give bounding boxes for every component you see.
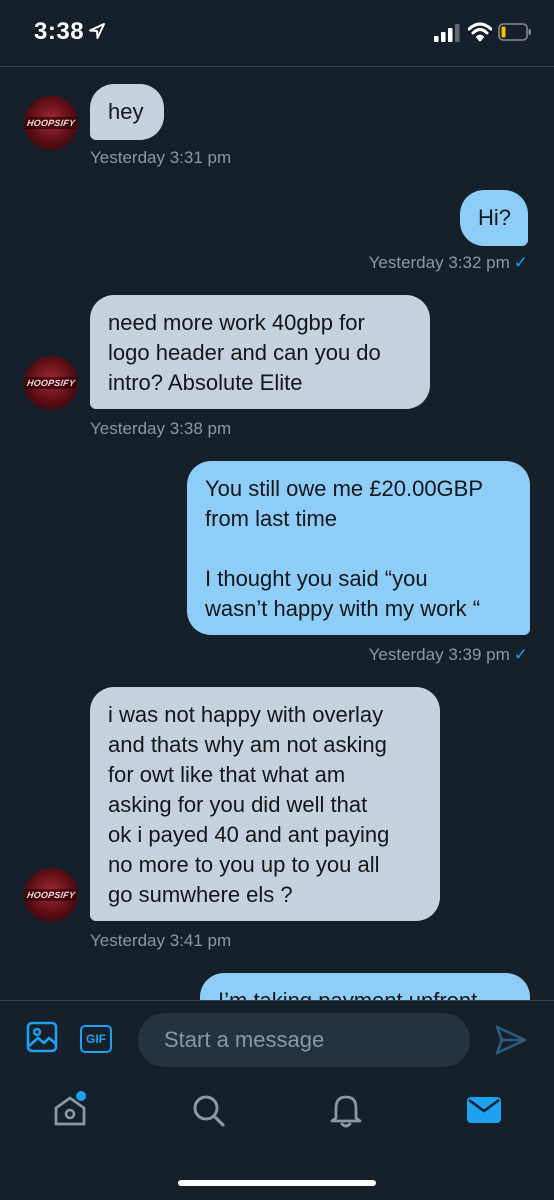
status-time: 3:38 [34,18,85,45]
message-timestamp: Yesterday 3:32 pm ✓ [368,253,528,272]
message-bubble-incoming[interactable]: need more work 40gbp for logo header and… [90,295,430,409]
avatar[interactable]: HOOPSIFY [24,356,78,410]
message-list[interactable]: HOOPSIFY hey Yesterday 3:31 pm Hi? Yeste… [0,67,554,1000]
message-bubble-outgoing[interactable]: I’m taking payment upfront [200,973,530,1000]
gif-button[interactable]: GIF [80,1025,112,1053]
location-arrow-icon [89,23,105,39]
message-input[interactable] [138,1013,470,1067]
image-icon[interactable] [26,1021,58,1053]
read-check-icon: ✓ [513,645,528,664]
battery-icon [498,23,531,41]
avatar[interactable]: HOOPSIFY [24,96,78,150]
read-check-icon: ✓ [513,253,528,272]
notifications-icon[interactable] [326,1090,366,1130]
send-icon[interactable] [494,1023,528,1057]
avatar[interactable]: HOOPSIFY [24,868,78,922]
message-bubble-incoming[interactable]: i was not happy with overlay and thats w… [90,687,440,921]
message-bubble-outgoing[interactable]: You still owe me £20.00GBP from last tim… [187,461,530,635]
search-icon[interactable] [188,1090,228,1130]
message-bubble-outgoing[interactable]: Hi? [460,190,528,246]
message-bubble-incoming[interactable]: hey [90,84,164,140]
message-timestamp: Yesterday 3:31 pm [90,148,232,167]
message-timestamp: Yesterday 3:38 pm [90,419,232,438]
home-icon[interactable] [50,1090,90,1130]
home-indicator[interactable] [178,1180,376,1186]
message-timestamp: Yesterday 3:39 pm ✓ [368,645,528,664]
messages-icon[interactable] [464,1090,504,1130]
message-timestamp: Yesterday 3:41 pm [90,931,232,950]
message-composer: GIF [0,1000,554,1077]
cellular-signal-icon [434,24,460,42]
wifi-icon [468,22,492,42]
status-bar: 3:38 [0,0,554,66]
